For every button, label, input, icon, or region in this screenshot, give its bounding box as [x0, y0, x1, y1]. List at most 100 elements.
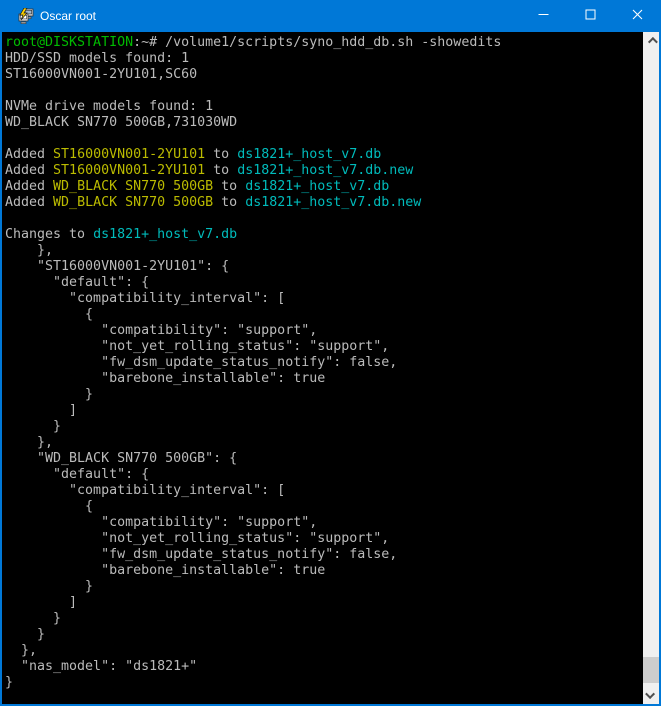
terminal-text-segment: to	[205, 163, 237, 178]
terminal-line: "ST16000VN001-2YU101": {	[5, 259, 643, 275]
terminal-line: }	[5, 579, 643, 595]
terminal-line: }	[5, 611, 643, 627]
chevron-down-icon	[645, 689, 655, 699]
scrollbar-thumb[interactable]	[643, 657, 659, 683]
terminal-text-segment: "not_yet_rolling_status": "support",	[5, 339, 389, 354]
terminal-line: ]	[5, 595, 643, 611]
terminal-text-segment: "nas_model": "ds1821+"	[5, 659, 197, 674]
terminal-line: "WD_BLACK SN770 500GB": {	[5, 451, 643, 467]
maximize-button[interactable]	[567, 0, 614, 32]
terminal-line: }	[5, 627, 643, 643]
terminal-line: }	[5, 387, 643, 403]
terminal-text-segment: NVMe drive models found: 1	[5, 99, 213, 114]
minimize-icon	[538, 7, 549, 25]
terminal-text-segment: "compatibility": "support",	[5, 515, 317, 530]
terminal-line: ST16000VN001-2YU101,SC60	[5, 67, 643, 83]
titlebar[interactable]: Oscar root	[0, 0, 661, 32]
terminal-text-segment: ds1821+_host_v7.db.new	[237, 163, 413, 178]
terminal-line: }	[5, 419, 643, 435]
maximize-icon	[585, 7, 596, 25]
terminal-text-segment: Added	[5, 195, 53, 210]
terminal-text-segment: ds1821+_host_v7.db	[245, 179, 389, 194]
terminal-text-segment: ds1821+_host_v7.db	[93, 227, 237, 242]
putty-terminal-icon	[18, 8, 34, 24]
terminal-text-segment: WD_BLACK SN770 500GB	[53, 195, 213, 210]
terminal-line: HDD/SSD models found: 1	[5, 51, 643, 67]
terminal-text-segment: "fw_dsm_update_status_notify": false,	[5, 355, 397, 370]
terminal-line: "default": {	[5, 275, 643, 291]
terminal-text-segment: :~# /volume1/scripts/syno_hdd_db.sh -sho…	[133, 35, 501, 50]
scrollbar[interactable]	[643, 32, 659, 704]
terminal-text-segment: to	[213, 179, 245, 194]
terminal-text-segment: },	[5, 643, 37, 658]
terminal-text-segment: "compatibility_interval": [	[5, 483, 285, 498]
terminal-text-segment: root@DISKSTATION	[5, 35, 133, 50]
terminal-line: "default": {	[5, 467, 643, 483]
terminal-text-segment: ds1821+_host_v7.db.new	[245, 195, 421, 210]
scrollbar-up-button[interactable]	[643, 32, 659, 49]
terminal-text-segment: Added	[5, 147, 53, 162]
window-title: Oscar root	[40, 9, 520, 23]
terminal-line: ]	[5, 403, 643, 419]
terminal-line: "compatibility_interval": [	[5, 483, 643, 499]
terminal-text-segment: },	[5, 435, 53, 450]
terminal-line	[5, 83, 643, 99]
terminal-text-segment: }	[5, 627, 45, 642]
terminal-text-segment: }	[5, 675, 13, 690]
terminal-line: "fw_dsm_update_status_notify": false,	[5, 547, 643, 563]
terminal-text-segment: WD_BLACK SN770 500GB	[53, 179, 213, 194]
terminal-text-segment: "compatibility_interval": [	[5, 291, 285, 306]
terminal-line: Added ST16000VN001-2YU101 to ds1821+_hos…	[5, 147, 643, 163]
terminal-text-segment: ST16000VN001-2YU101,SC60	[5, 67, 197, 82]
terminal-text-segment: "fw_dsm_update_status_notify": false,	[5, 547, 397, 562]
terminal-line: },	[5, 643, 643, 659]
terminal-text-segment: "not_yet_rolling_status": "support",	[5, 531, 389, 546]
terminal-line: },	[5, 243, 643, 259]
terminal-text-segment: "WD_BLACK SN770 500GB": {	[5, 451, 237, 466]
terminal-text-segment: "ST16000VN001-2YU101": {	[5, 259, 229, 274]
terminal-line: "not_yet_rolling_status": "support",	[5, 339, 643, 355]
terminal-line	[5, 131, 643, 147]
minimize-button[interactable]	[520, 0, 567, 32]
terminal-line: Added WD_BLACK SN770 500GB to ds1821+_ho…	[5, 179, 643, 195]
terminal-line: NVMe drive models found: 1	[5, 99, 643, 115]
terminal-line: }	[5, 675, 643, 691]
terminal-line: {	[5, 307, 643, 323]
terminal-text-segment: to	[205, 147, 237, 162]
terminal-text-segment: HDD/SSD models found: 1	[5, 51, 189, 66]
terminal-line: "compatibility_interval": [	[5, 291, 643, 307]
terminal-line: "barebone_installable": true	[5, 563, 643, 579]
scrollbar-down-button[interactable]	[643, 687, 659, 704]
putty-window: Oscar root root@DISKSTATION:~# /volume1/…	[0, 0, 661, 706]
terminal-text-segment: ST16000VN001-2YU101	[53, 147, 205, 162]
terminal-text-segment: Added	[5, 163, 53, 178]
terminal-output[interactable]: root@DISKSTATION:~# /volume1/scripts/syn…	[2, 32, 643, 704]
terminal-text-segment: "barebone_installable": true	[5, 371, 325, 386]
terminal-line: "compatibility": "support",	[5, 515, 643, 531]
terminal-text-segment: "barebone_installable": true	[5, 563, 325, 578]
close-button[interactable]	[614, 0, 661, 32]
terminal-line: "not_yet_rolling_status": "support",	[5, 531, 643, 547]
terminal-text-segment: }	[5, 579, 93, 594]
terminal-text-segment: {	[5, 499, 93, 514]
terminal-text-segment: "default": {	[5, 275, 149, 290]
terminal-text-segment: }	[5, 611, 61, 626]
terminal-line: WD_BLACK SN770 500GB,731030WD	[5, 115, 643, 131]
chevron-up-icon	[647, 37, 657, 47]
terminal-text-segment: ST16000VN001-2YU101	[53, 163, 205, 178]
terminal-text-segment: to	[213, 195, 245, 210]
terminal-line: Added ST16000VN001-2YU101 to ds1821+_hos…	[5, 163, 643, 179]
terminal-line: Changes to ds1821+_host_v7.db	[5, 227, 643, 243]
terminal-line: root@DISKSTATION:~# /volume1/scripts/syn…	[5, 35, 643, 51]
terminal-text-segment: Changes to	[5, 227, 93, 242]
terminal-text-segment: "compatibility": "support",	[5, 323, 317, 338]
terminal-text-segment: "default": {	[5, 467, 149, 482]
terminal-line: "fw_dsm_update_status_notify": false,	[5, 355, 643, 371]
terminal-line: "nas_model": "ds1821+"	[5, 659, 643, 675]
terminal-text-segment: }	[5, 387, 93, 402]
terminal-line	[5, 211, 643, 227]
terminal-text-segment: ]	[5, 403, 77, 418]
terminal-line: "compatibility": "support",	[5, 323, 643, 339]
terminal-text-segment: }	[5, 419, 61, 434]
terminal-line: {	[5, 499, 643, 515]
